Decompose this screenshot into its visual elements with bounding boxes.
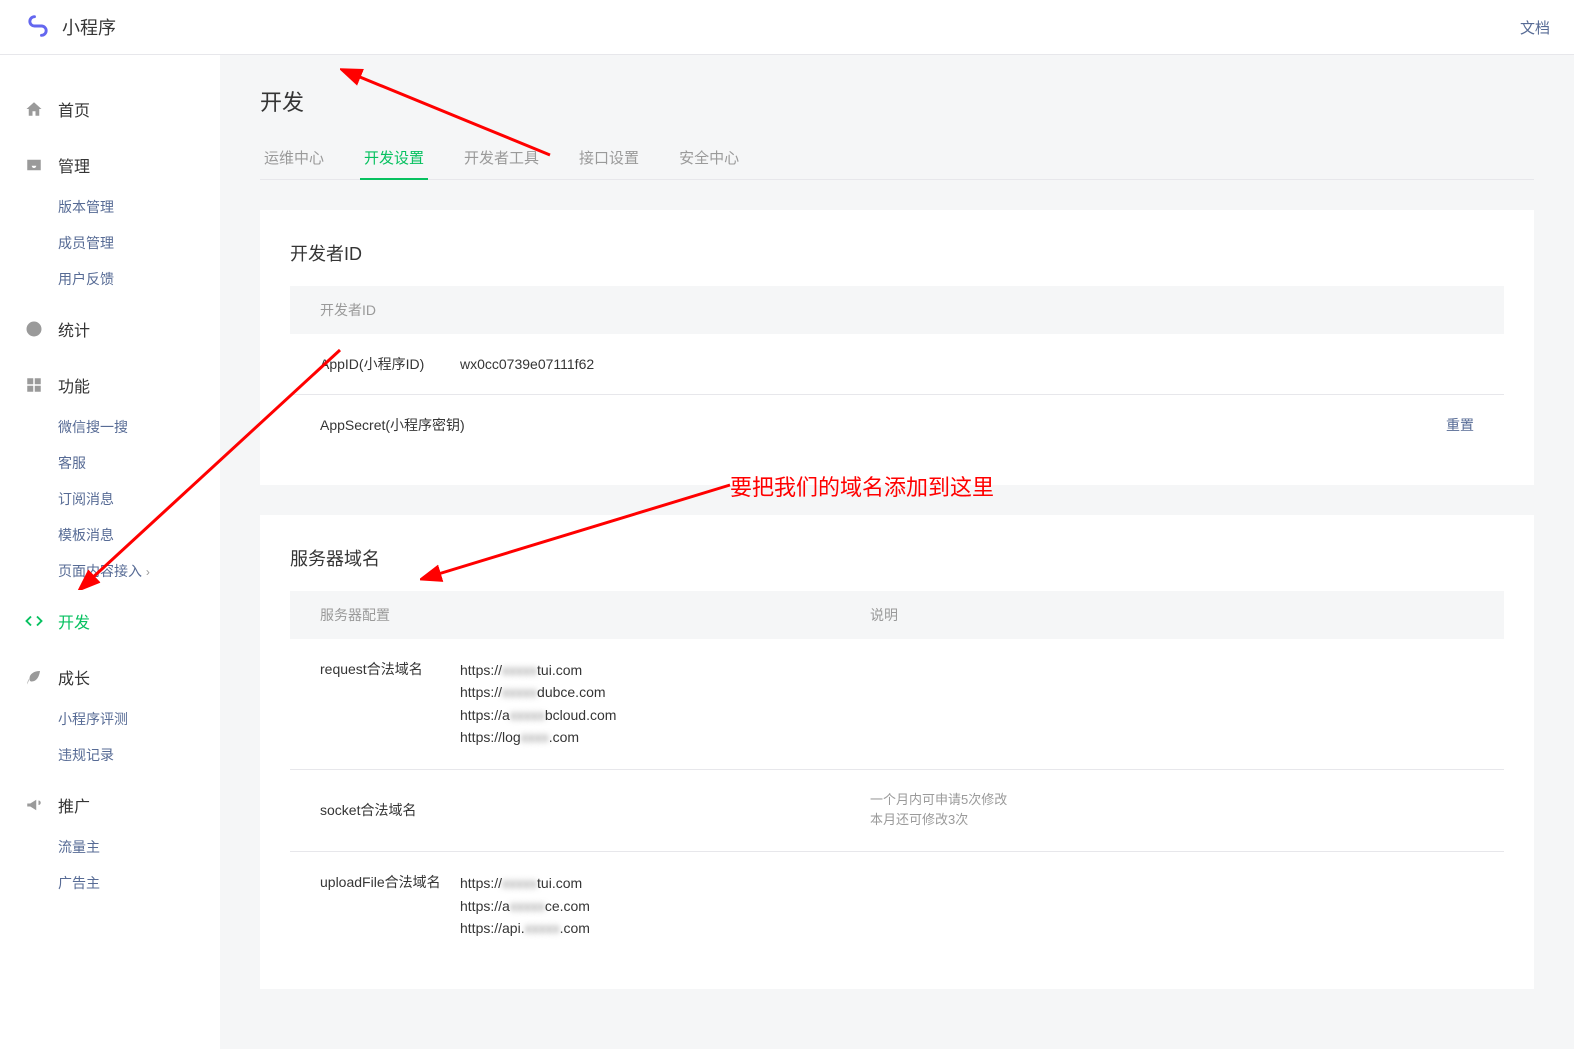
sidebar-sub-template[interactable]: 模板消息 [0, 517, 220, 553]
sidebar-item-label: 成长 [58, 665, 90, 689]
sidebar-item-label: 首页 [58, 97, 90, 121]
annotation-text: 要把我们的域名添加到这里 [730, 470, 994, 502]
request-values: https://xxxxxtui.com https://xxxxxdubce.… [460, 659, 616, 749]
upload-values: https://xxxxxtui.com https://axxxxxce.co… [460, 872, 590, 939]
server-domain-card: 服务器域名 服务器配置 说明 request合法域名 https://xxxxx… [260, 515, 1534, 989]
card-title: 开发者ID [290, 240, 1504, 266]
sidebar-sub-violation[interactable]: 违规记录 [0, 737, 220, 773]
code-icon [24, 611, 44, 631]
reset-secret-link[interactable]: 重置 [1446, 415, 1474, 435]
header-desc: 说明 [870, 605, 1474, 625]
header-col: 开发者ID [320, 300, 376, 320]
megaphone-icon [24, 795, 44, 815]
appsecret-row: AppSecret(小程序密钥) 重置 [290, 395, 1504, 455]
appid-row: AppID(小程序ID) wx0cc0739e07111f62 [290, 334, 1504, 395]
sidebar-item-home[interactable]: 首页 [0, 85, 220, 133]
tab-ops[interactable]: 运维中心 [260, 137, 328, 180]
inbox-icon [24, 155, 44, 175]
upload-domain-row: uploadFile合法域名 https://xxxxxtui.com http… [290, 852, 1504, 959]
page-title: 开发 [260, 85, 1534, 117]
table-header: 开发者ID [290, 286, 1504, 334]
sidebar-item-features[interactable]: 功能 [0, 361, 220, 409]
tab-security[interactable]: 安全中心 [675, 137, 743, 180]
appid-label: AppID(小程序ID) [320, 354, 460, 374]
logo-icon [24, 12, 52, 43]
sidebar-item-label: 管理 [58, 153, 90, 177]
sidebar: 首页 管理 版本管理 成员管理 用户反馈 统计 功能 微信搜一搜 客服 [0, 55, 220, 1049]
docs-link[interactable]: 文档 [1520, 17, 1550, 38]
request-domain-row: request合法域名 https://xxxxxtui.com https:/… [290, 639, 1504, 770]
sidebar-item-stats[interactable]: 统计 [0, 305, 220, 353]
sidebar-item-label: 推广 [58, 793, 90, 817]
header-config: 服务器配置 [320, 605, 870, 625]
sidebar-item-manage[interactable]: 管理 [0, 141, 220, 189]
request-label: request合法域名 [320, 659, 460, 749]
sidebar-sub-content[interactable]: 页面内容接入 › [0, 553, 220, 589]
logo: 小程序 [24, 12, 116, 43]
pie-icon [24, 319, 44, 339]
sidebar-sub-service[interactable]: 客服 [0, 445, 220, 481]
leaf-icon [24, 667, 44, 687]
sidebar-sub-review[interactable]: 小程序评测 [0, 701, 220, 737]
tabs: 运维中心 开发设置 开发者工具 接口设置 安全中心 [260, 137, 1534, 180]
sidebar-item-promo[interactable]: 推广 [0, 781, 220, 829]
sidebar-item-dev[interactable]: 开发 [0, 597, 220, 645]
sidebar-item-label: 功能 [58, 373, 90, 397]
app-title: 小程序 [62, 14, 116, 40]
home-icon [24, 99, 44, 119]
sidebar-item-growth[interactable]: 成长 [0, 653, 220, 701]
quota-note: 一个月内可申请5次修改 本月还可修改3次 [870, 790, 1474, 832]
dev-id-card: 开发者ID 开发者ID AppID(小程序ID) wx0cc0739e07111… [260, 210, 1534, 485]
sidebar-item-label: 统计 [58, 317, 90, 341]
grid-icon [24, 375, 44, 395]
sidebar-sub-advertiser[interactable]: 广告主 [0, 865, 220, 901]
sidebar-sub-feedback[interactable]: 用户反馈 [0, 261, 220, 297]
tab-api-settings[interactable]: 接口设置 [575, 137, 643, 180]
sidebar-sub-traffic[interactable]: 流量主 [0, 829, 220, 865]
upload-label: uploadFile合法域名 [320, 872, 460, 939]
sidebar-sub-version[interactable]: 版本管理 [0, 189, 220, 225]
sidebar-sub-subscribe[interactable]: 订阅消息 [0, 481, 220, 517]
tab-dev-settings[interactable]: 开发设置 [360, 137, 428, 180]
top-bar: 小程序 文档 [0, 0, 1574, 55]
table-header: 服务器配置 说明 [290, 591, 1504, 639]
appid-value: wx0cc0739e07111f62 [460, 356, 594, 372]
tab-dev-tools[interactable]: 开发者工具 [460, 137, 543, 180]
chevron-right-icon: › [146, 565, 150, 579]
socket-label: socket合法域名 [320, 800, 460, 820]
sidebar-sub-search[interactable]: 微信搜一搜 [0, 409, 220, 445]
sidebar-item-label: 开发 [58, 609, 90, 633]
appsecret-label: AppSecret(小程序密钥) [320, 415, 465, 435]
main-content: 开发 运维中心 开发设置 开发者工具 接口设置 安全中心 开发者ID 开发者ID… [220, 55, 1574, 1049]
socket-domain-row: socket合法域名 一个月内可申请5次修改 本月还可修改3次 [290, 770, 1504, 853]
card-title: 服务器域名 [290, 545, 1504, 571]
sidebar-sub-members[interactable]: 成员管理 [0, 225, 220, 261]
